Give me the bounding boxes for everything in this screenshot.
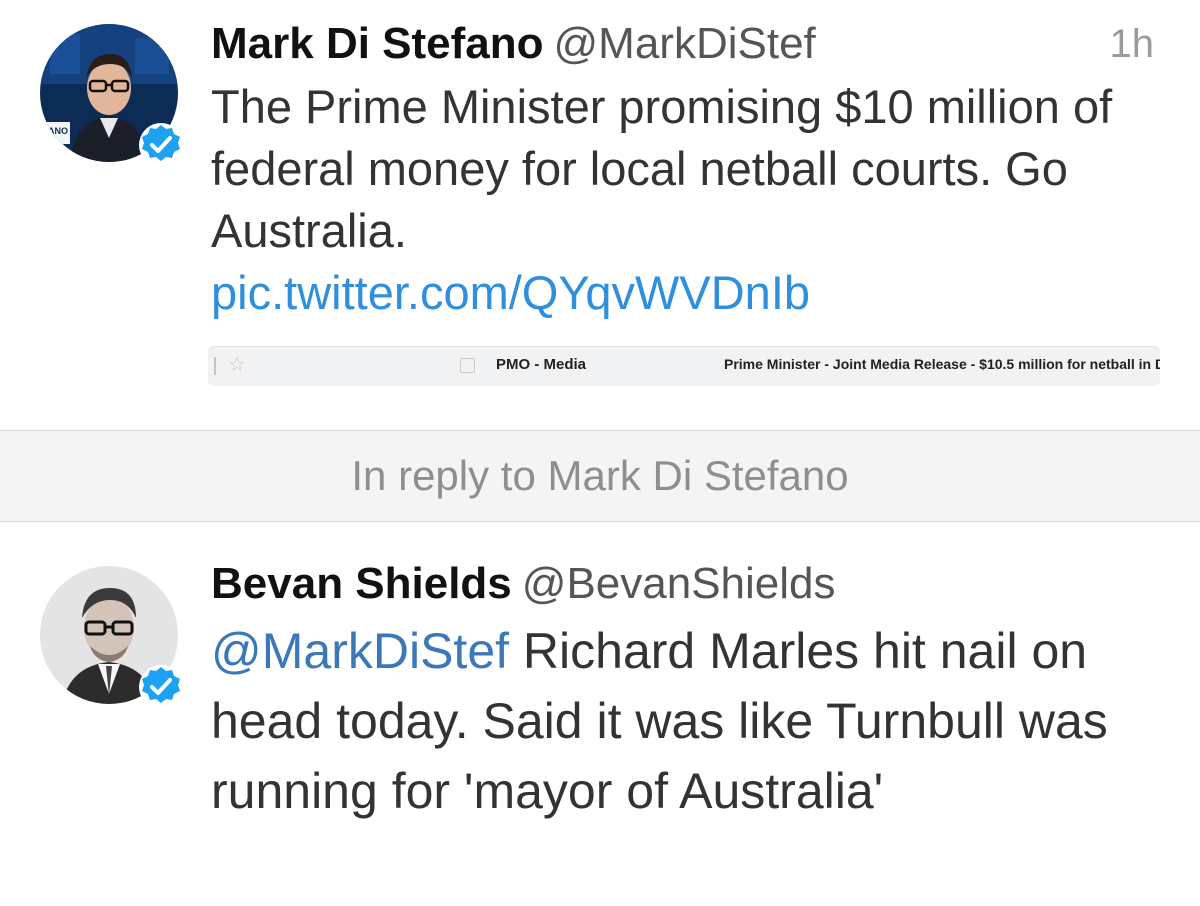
email-sender: PMO - Media bbox=[496, 356, 587, 373]
tweet-text: @MarkDiStef Richard Marles hit nail on h… bbox=[211, 616, 1171, 826]
display-name[interactable]: Mark Di Stefano bbox=[211, 19, 544, 68]
reply-context-text: In reply to Mark Di Stefano bbox=[351, 452, 849, 499]
tweet-mention[interactable]: @MarkDiStef bbox=[211, 623, 509, 679]
star-icon: ☆ bbox=[228, 352, 246, 376]
label-icon bbox=[460, 358, 475, 373]
tweet-bevan-shields[interactable]: Bevan Shields @BevanShields @MarkDiStef R… bbox=[0, 522, 1200, 906]
tweet-mark-di-stefano[interactable]: FANO Mark Di Stefano @MarkDiStef 1h The P… bbox=[0, 0, 1200, 430]
tweet-media-link[interactable]: pic.twitter.com/QYqvWVDnIb bbox=[211, 266, 810, 319]
tweet-body: The Prime Minister promising $10 million… bbox=[211, 80, 1113, 257]
email-subject: Prime Minister - Joint Media Release - $… bbox=[724, 356, 1160, 372]
user-handle[interactable]: @BevanShields bbox=[522, 559, 836, 608]
verified-badge-icon bbox=[139, 123, 183, 167]
tweet-header: Mark Di Stefano @MarkDiStef bbox=[211, 22, 816, 66]
tweet-media-preview[interactable]: ☆ PMO - Media Prime Minister - Joint Med… bbox=[208, 346, 1160, 386]
verified-badge-icon bbox=[139, 665, 183, 709]
display-name[interactable]: Bevan Shields bbox=[211, 559, 512, 608]
checkbox-edge bbox=[214, 357, 216, 375]
avatar-badge-text: FANO bbox=[43, 126, 68, 136]
tweet-timestamp: 1h bbox=[1109, 22, 1155, 66]
tweet-header: Bevan Shields @BevanShields bbox=[211, 562, 836, 606]
tweet-text: The Prime Minister promising $10 million… bbox=[211, 76, 1171, 324]
reply-context-bar[interactable]: In reply to Mark Di Stefano bbox=[0, 431, 1200, 521]
user-handle[interactable]: @MarkDiStef bbox=[554, 19, 816, 68]
